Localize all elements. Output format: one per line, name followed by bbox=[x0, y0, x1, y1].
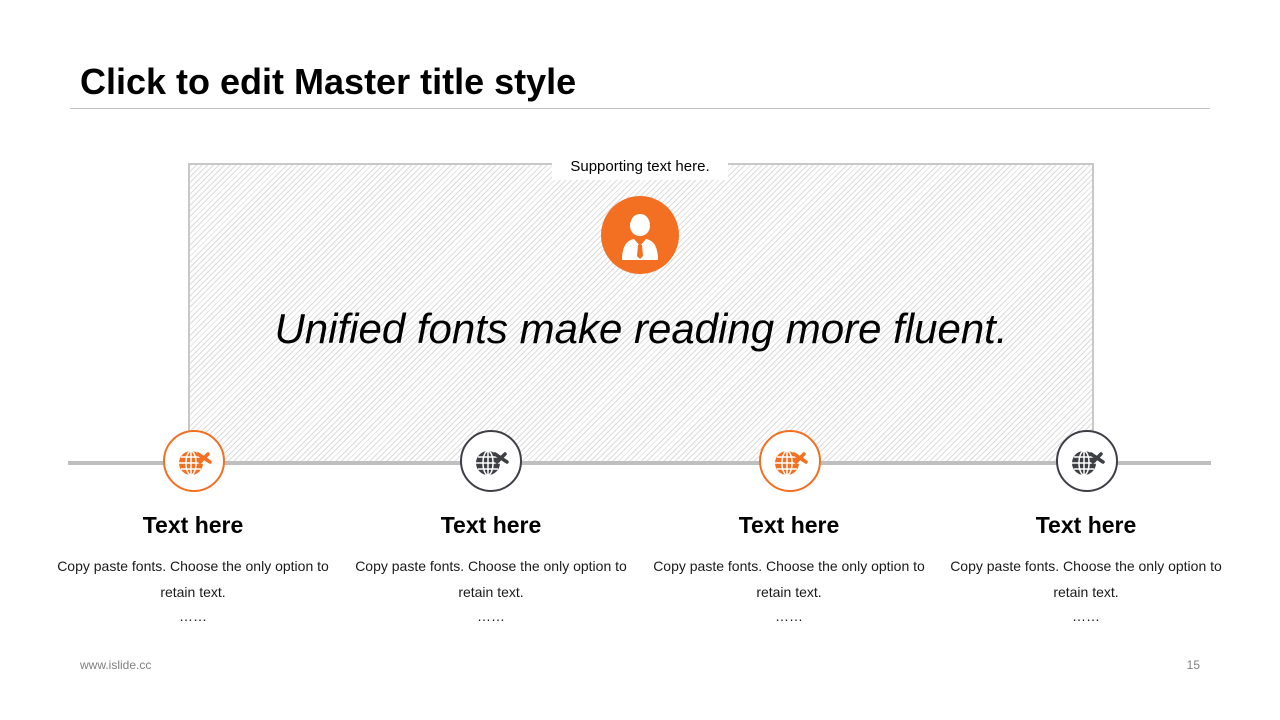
item-body: Copy paste fonts. Choose the only option… bbox=[653, 558, 925, 600]
page-number: 15 bbox=[1186, 658, 1200, 672]
item-ellipsis: …… bbox=[179, 608, 207, 624]
slide-title: Click to edit Master title style bbox=[80, 61, 577, 102]
timeline-node-2 bbox=[460, 430, 522, 492]
supporting-text: Supporting text here. bbox=[552, 154, 728, 180]
item-body: Copy paste fonts. Choose the only option… bbox=[57, 558, 329, 600]
footer-url: www.islide.cc bbox=[80, 658, 152, 672]
item-ellipsis: …… bbox=[477, 608, 505, 624]
globe-plane-icon bbox=[775, 450, 808, 476]
item-body: Copy paste fonts. Choose the only option… bbox=[355, 558, 627, 600]
timeline-item-4: Text here Copy paste fonts. Choose the o… bbox=[936, 508, 1236, 625]
item-body: Copy paste fonts. Choose the only option… bbox=[950, 558, 1222, 600]
item-title: Text here bbox=[1035, 512, 1137, 538]
timeline-item-3: Text here Copy paste fonts. Choose the o… bbox=[639, 508, 939, 625]
item-ellipsis: …… bbox=[1072, 608, 1100, 624]
item-title: Text here bbox=[440, 512, 542, 538]
title-divider bbox=[70, 108, 1210, 109]
globe-plane-icon bbox=[1072, 450, 1105, 476]
main-quote: Unified fonts make reading more fluent. bbox=[274, 305, 1008, 352]
globe-plane-icon bbox=[179, 450, 212, 476]
timeline-item-1: Text here Copy paste fonts. Choose the o… bbox=[43, 508, 343, 625]
item-title: Text here bbox=[738, 512, 840, 538]
item-title: Text here bbox=[142, 512, 244, 538]
timeline-node-1 bbox=[163, 430, 225, 492]
timeline-item-2: Text here Copy paste fonts. Choose the o… bbox=[341, 508, 641, 625]
globe-plane-icon bbox=[476, 450, 509, 476]
timeline-line bbox=[68, 461, 1211, 465]
timeline-node-4 bbox=[1056, 430, 1118, 492]
item-ellipsis: …… bbox=[775, 608, 803, 624]
timeline-node-3 bbox=[759, 430, 821, 492]
person-icon bbox=[601, 196, 679, 274]
